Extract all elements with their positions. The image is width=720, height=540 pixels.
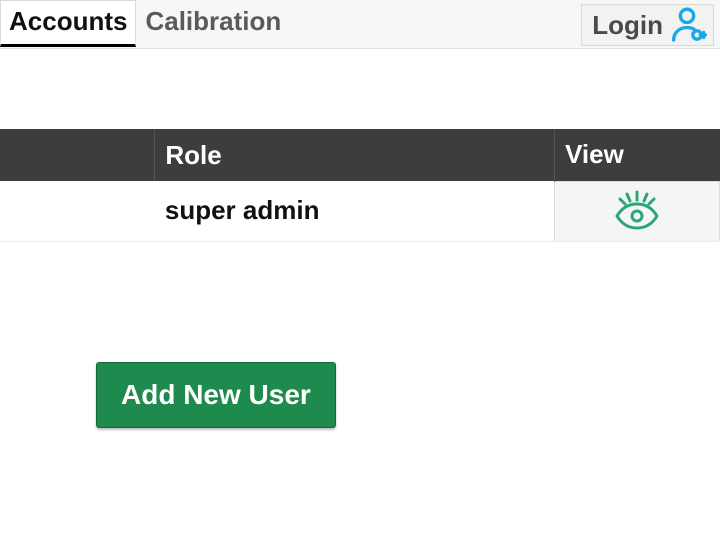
- login-label: Login: [592, 10, 663, 41]
- tab-bar: Accounts Calibration: [0, 0, 290, 47]
- user-key-icon: [667, 5, 707, 45]
- table-header-row: Role View: [0, 129, 720, 181]
- view-button[interactable]: [555, 186, 719, 234]
- top-nav: Accounts Calibration Login: [0, 0, 720, 49]
- table-row: super admin: [0, 181, 720, 241]
- cell-role: super admin: [155, 181, 555, 241]
- col-id-header: [0, 129, 155, 181]
- tab-calibration[interactable]: Calibration: [136, 0, 290, 47]
- add-user-button[interactable]: Add New User: [96, 362, 336, 428]
- tab-accounts[interactable]: Accounts: [0, 0, 136, 47]
- col-role-header: Role: [155, 129, 555, 181]
- cell-id: [0, 181, 155, 241]
- accounts-table: Role View super admin: [0, 129, 720, 242]
- login-button[interactable]: Login: [581, 4, 714, 46]
- cell-view: [555, 181, 720, 241]
- col-view-header: View: [555, 129, 720, 181]
- eye-icon: [613, 190, 661, 230]
